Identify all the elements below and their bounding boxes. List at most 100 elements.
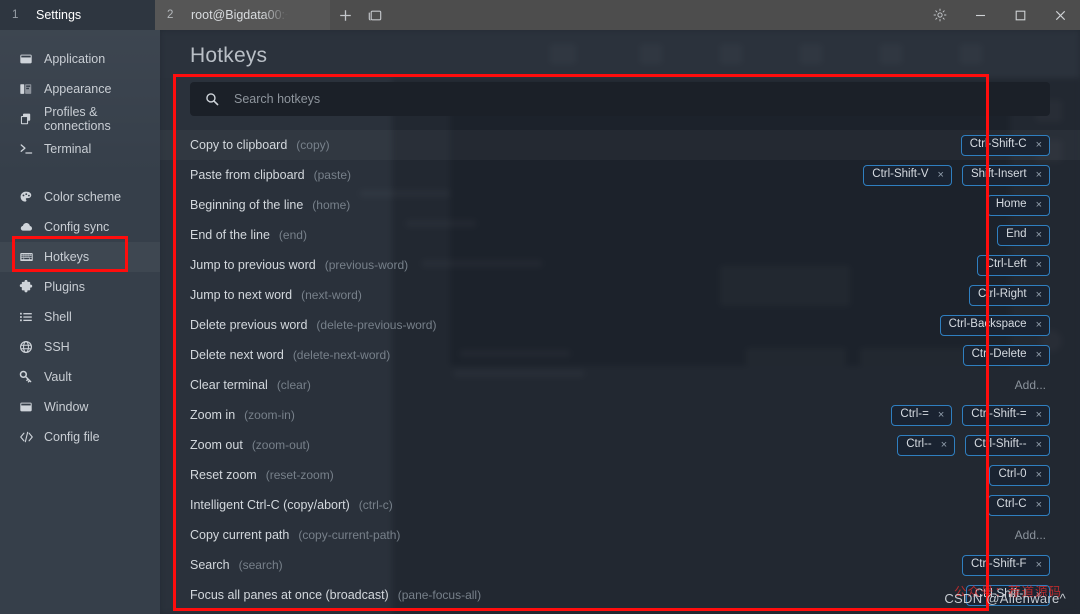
hotkey-pill[interactable]: Ctrl-Shift-- × — [965, 434, 1050, 456]
settings-main-panel: Hotkeys Copy to clipboard (copy) Ctrl-Shif… — [160, 30, 1080, 614]
remove-hotkey-icon[interactable]: × — [1036, 139, 1042, 151]
remove-hotkey-icon[interactable]: × — [1036, 499, 1042, 511]
hotkey-pill[interactable]: Ctrl-C × — [987, 494, 1050, 516]
hotkey-pill[interactable]: Ctrl-Backspace × — [939, 314, 1050, 336]
sidebar-item-config-file[interactable]: Config file — [0, 422, 160, 452]
hotkey-pill-label: Ctrl-- — [906, 438, 932, 451]
hotkey-pill[interactable]: End × — [997, 224, 1050, 246]
hotkey-row[interactable]: Copy to clipboard (copy) Ctrl-Shift-C × — [160, 130, 1080, 160]
remove-hotkey-icon[interactable]: × — [1036, 319, 1042, 331]
remove-hotkey-icon[interactable]: × — [1036, 199, 1042, 211]
hotkey-pill[interactable]: Ctrl-Shift-F × — [961, 554, 1050, 576]
remove-hotkey-icon[interactable]: × — [1036, 409, 1042, 421]
remove-hotkey-icon[interactable]: × — [938, 169, 944, 181]
hotkey-row[interactable]: Jump to next word (next-word) Ctrl-Right × — [160, 280, 1080, 310]
hotkey-bindings: End × — [997, 224, 1050, 246]
app-window: 1 Settings 2 root@Bigdata00:~ Applicatio… — [0, 0, 1080, 614]
hotkey-label: Paste from clipboard — [190, 168, 305, 182]
new-tab-button[interactable] — [330, 0, 360, 30]
hotkey-id: (copy) — [296, 138, 330, 152]
sidebar-item-plugins[interactable]: Plugins — [0, 272, 160, 302]
hotkey-row[interactable]: Copy current path (copy-current-path) Add.… — [160, 520, 1080, 550]
tab-terminal[interactable]: 2 root@Bigdata00:~ — [155, 0, 330, 30]
hotkey-bindings: Ctrl-Right × — [969, 284, 1050, 306]
remove-hotkey-icon[interactable]: × — [1036, 289, 1042, 301]
hotkey-bindings: Add... — [1015, 528, 1050, 542]
hotkey-row[interactable]: Zoom in (zoom-in) Ctrl-= × Ctrl-Shift-= × — [160, 400, 1080, 430]
hotkey-row[interactable]: Clear terminal (clear) Add... — [160, 370, 1080, 400]
hotkey-pill[interactable]: Ctrl-- × — [897, 434, 956, 456]
hotkey-pill[interactable]: Ctrl-0 × — [989, 464, 1050, 486]
hotkey-label: Copy to clipboard — [190, 138, 288, 152]
remove-hotkey-icon[interactable]: × — [1036, 259, 1042, 271]
hotkey-pill[interactable]: Shift-Insert × — [961, 164, 1050, 186]
hotkey-bindings: Ctrl-Backspace × — [939, 314, 1050, 336]
hotkey-pill-label: Ctrl-= — [900, 408, 929, 421]
remove-hotkey-icon[interactable]: × — [938, 409, 944, 421]
sidebar-item-profiles-connections[interactable]: Profiles & connections — [0, 104, 160, 134]
palette-layers-icon — [18, 81, 34, 97]
hotkey-row[interactable]: Zoom out (zoom-out) Ctrl-- × Ctrl-Shift-- × — [160, 430, 1080, 460]
hotkey-row[interactable]: Jump to previous word (previous-word) Ctrl… — [160, 250, 1080, 280]
hotkey-row[interactable]: Delete previous word (delete-previous-wor… — [160, 310, 1080, 340]
hotkey-row[interactable]: Focus all panes at once (broadcast) (pane… — [160, 580, 1080, 610]
sidebar-item-window[interactable]: Window — [0, 392, 160, 422]
minimize-button[interactable] — [960, 0, 1000, 30]
hotkey-pill[interactable]: Ctrl-Delete × — [962, 344, 1050, 366]
search-hotkeys-box[interactable] — [190, 82, 1050, 116]
hotkey-label: Jump to next word — [190, 288, 293, 302]
hotkey-pill[interactable]: Ctrl-Shift-V × — [863, 164, 952, 186]
hotkey-id: (next-word) — [301, 288, 362, 302]
hotkey-row[interactable]: Reset zoom (reset-zoom) Ctrl-0 × — [160, 460, 1080, 490]
hotkey-pill[interactable]: Ctrl-Shift-= × — [962, 404, 1050, 426]
hotkey-row[interactable]: Intelligent Ctrl-C (copy/abort) (ctrl-c) C… — [160, 490, 1080, 520]
tab-title: root@Bigdata00:~ — [191, 8, 293, 22]
sidebar-item-color-scheme[interactable]: Color scheme — [0, 182, 160, 212]
hotkey-id: (zoom-out) — [251, 438, 310, 452]
hotkey-pill[interactable]: Ctrl-Shift-C × — [960, 134, 1050, 156]
titlebar-spacer — [390, 0, 920, 30]
remove-hotkey-icon[interactable]: × — [1036, 349, 1042, 361]
remove-hotkey-icon[interactable]: × — [1036, 469, 1042, 481]
sidebar-item-terminal[interactable]: Terminal — [0, 134, 160, 164]
split-pane-icon[interactable] — [360, 0, 390, 30]
gear-icon[interactable] — [920, 0, 960, 30]
sidebar-item-shell[interactable]: Shell — [0, 302, 160, 332]
close-button[interactable] — [1040, 0, 1080, 30]
hotkey-row[interactable]: Paste from clipboard (paste) Ctrl-Shift-V ×… — [160, 160, 1080, 190]
hotkey-pill-label: Ctrl-Shift-V — [872, 168, 929, 181]
hotkey-pill-label: Ctrl-Shift-- — [974, 438, 1027, 451]
add-hotkey-button[interactable]: Add... — [1015, 378, 1050, 392]
sidebar-item-application[interactable]: Application — [0, 44, 160, 74]
remove-hotkey-icon[interactable]: × — [1036, 229, 1042, 241]
hotkey-pill[interactable]: Ctrl-= × — [891, 404, 953, 426]
hotkey-id: (delete-previous-word) — [316, 318, 437, 332]
search-input[interactable] — [234, 92, 1050, 106]
remove-hotkey-icon[interactable]: × — [1036, 439, 1042, 451]
hotkey-row[interactable]: Search (search) Ctrl-Shift-F × — [160, 550, 1080, 580]
hotkey-row[interactable]: End of the line (end) End × — [160, 220, 1080, 250]
tab-settings[interactable]: 1 Settings — [0, 0, 155, 30]
sidebar-item-hotkeys[interactable]: Hotkeys — [0, 242, 160, 272]
remove-hotkey-icon[interactable]: × — [941, 439, 947, 451]
hotkey-pill[interactable]: Home × — [986, 194, 1050, 216]
hotkey-pill-label: Ctrl-0 — [998, 468, 1027, 481]
hotkey-row[interactable]: Delete next word (delete-next-word) Ctrl-D… — [160, 340, 1080, 370]
copy-icon — [18, 111, 34, 127]
add-hotkey-button[interactable]: Add... — [1015, 528, 1050, 542]
hotkey-bindings: Ctrl-Shift-C × — [960, 134, 1050, 156]
remove-hotkey-icon[interactable]: × — [1036, 559, 1042, 571]
hotkey-pill[interactable]: Ctrl-Left × — [976, 254, 1050, 276]
remove-hotkey-icon[interactable]: × — [1036, 169, 1042, 181]
palette-icon — [18, 189, 34, 205]
sidebar-item-label: Window — [44, 400, 89, 414]
hotkey-pill[interactable]: Ctrl-Right × — [969, 284, 1050, 306]
sidebar-item-ssh[interactable]: SSH — [0, 332, 160, 362]
maximize-button[interactable] — [1000, 0, 1040, 30]
hotkey-row[interactable]: Beginning of the line (home) Home × — [160, 190, 1080, 220]
sidebar-item-appearance[interactable]: Appearance — [0, 74, 160, 104]
tab-index: 1 — [12, 9, 19, 21]
sidebar-item-vault[interactable]: Vault — [0, 362, 160, 392]
sidebar-item-config-sync[interactable]: Config sync — [0, 212, 160, 242]
window-icon — [18, 399, 34, 415]
